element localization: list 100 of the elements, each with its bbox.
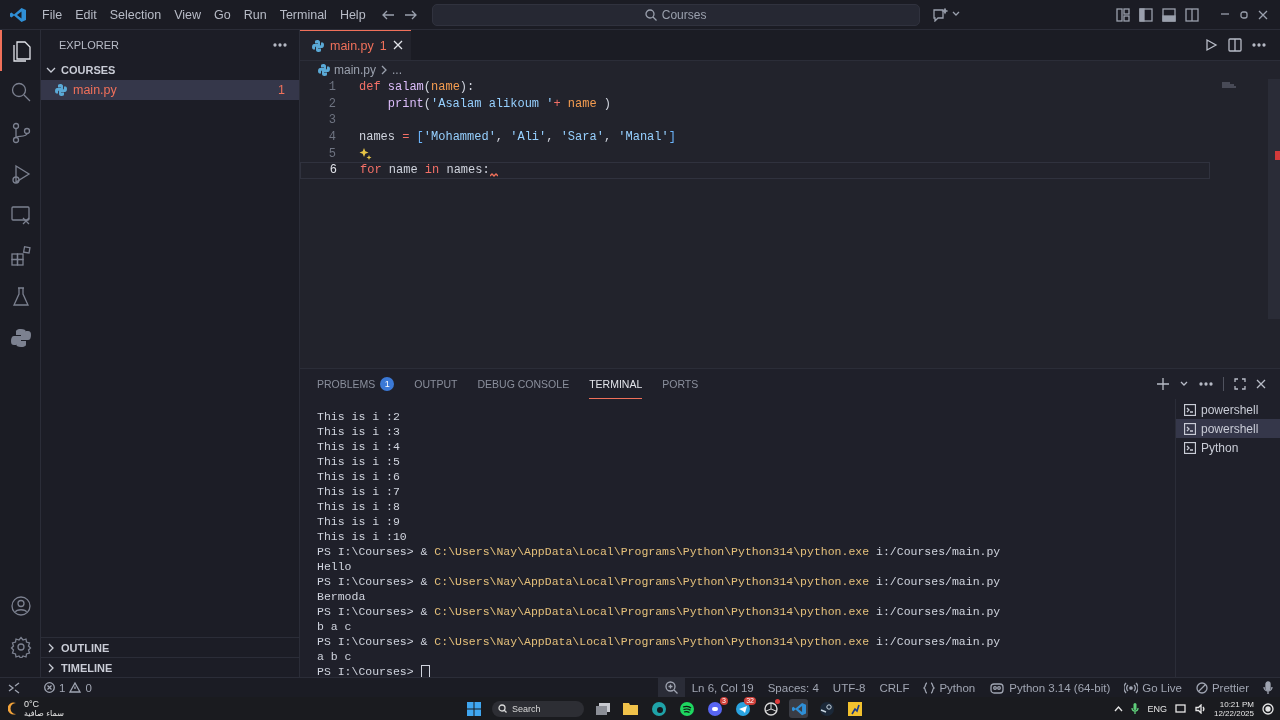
files-icon[interactable] (10, 38, 32, 63)
more-icon[interactable] (1199, 382, 1213, 386)
remote-explorer-icon[interactable] (10, 203, 32, 226)
maximize-icon[interactable] (1234, 378, 1246, 390)
python-file-icon (318, 64, 330, 76)
start-icon[interactable] (466, 701, 481, 716)
back-arrow-icon[interactable] (380, 8, 395, 21)
terminal-list-item[interactable]: powershell (1176, 419, 1280, 438)
add-icon[interactable] (1157, 378, 1169, 390)
branch-icon[interactable] (10, 121, 32, 144)
close-icon[interactable] (1258, 9, 1268, 20)
extensions-icon[interactable] (10, 244, 32, 267)
panel-tab[interactable]: OUTPUT (414, 369, 458, 399)
app-logo-icon (10, 6, 26, 23)
editor-tab[interactable]: main.py 1 (300, 30, 411, 60)
status-item[interactable]: Prettier (1188, 678, 1256, 697)
clock[interactable]: 10:21 PM 12/22/2025 (1213, 699, 1254, 718)
warning-icon (69, 682, 82, 693)
paper-plane-icon[interactable] (735, 701, 750, 716)
restore-icon[interactable] (1239, 9, 1249, 20)
chat-app-icon[interactable] (707, 701, 722, 716)
taskbar-search-field[interactable]: Search (492, 700, 584, 717)
terminal-line: This is i :3 (317, 424, 400, 439)
section-header[interactable]: OUTLINE (61, 641, 110, 654)
zoom-icon[interactable] (664, 681, 678, 694)
breadcrumb-item[interactable]: ... (392, 63, 403, 77)
split-editor-icon[interactable] (1228, 38, 1242, 52)
run-debug-icon[interactable] (10, 162, 32, 185)
status-item[interactable]: Python (916, 678, 983, 697)
menu-item[interactable]: Selection (103, 4, 168, 25)
status-item[interactable]: Ln 6, Col 19 (684, 678, 761, 697)
menu-item[interactable]: Edit (69, 4, 103, 25)
toggle-sidebar-icon[interactable] (1139, 7, 1153, 22)
volume-icon[interactable] (1194, 703, 1206, 714)
aperture-icon[interactable] (763, 701, 778, 716)
chevron-up-icon[interactable] (1114, 705, 1124, 712)
browser-icon[interactable] (651, 701, 666, 716)
close-icon[interactable] (1256, 379, 1266, 389)
line-number: 3 (327, 113, 336, 128)
menu-item[interactable]: Help (333, 4, 372, 25)
menu-item[interactable]: Terminal (273, 4, 333, 25)
terminal-icon (1184, 441, 1196, 454)
section-header[interactable]: TIMELINE (61, 661, 113, 674)
microphone-icon[interactable] (1131, 703, 1140, 714)
explorer-file[interactable]: main.py 1 (41, 80, 299, 100)
forward-arrow-icon[interactable] (403, 8, 418, 21)
code-editor-icon[interactable] (791, 701, 806, 716)
terminal-line: PS I:\Courses> & C:\Users\Nay\AppData\Local\Programs\Python\Python314\python.exe i:/Courses/main.py (317, 634, 1001, 649)
language-indicator[interactable]: ENG (1147, 703, 1167, 714)
split-layout-icon[interactable] (1185, 7, 1199, 22)
panel-tab[interactable]: PORTS (662, 369, 699, 399)
status-item[interactable]: CRLF (872, 678, 917, 697)
terminal-list-item[interactable]: Python (1176, 438, 1280, 457)
toggle-panel-icon[interactable] (1162, 7, 1176, 22)
terminal-icon (1184, 403, 1196, 416)
panel-tab[interactable]: TERMINAL (589, 369, 643, 399)
panel-tab[interactable]: DEBUG CONSOLE (477, 369, 570, 399)
notification-icon[interactable] (1262, 702, 1274, 715)
terminal-line: PS I:\Courses> & C:\Users\Nay\AppData\Local\Programs\Python\Python314\python.exe i:/Courses/main.py (317, 574, 1001, 589)
menu-item[interactable]: Go (208, 4, 237, 25)
music-icon[interactable] (679, 701, 694, 716)
panel-tab[interactable]: PROBLEMS 1 (317, 369, 395, 399)
terminal-line: PS I:\Courses> & C:\Users\Nay\AppData\Local\Programs\Python\Python314\python.exe i:/Courses/main.py (317, 604, 1001, 619)
flask-icon[interactable] (10, 285, 32, 308)
sparkle-icon[interactable] (359, 147, 372, 161)
problems-count-badge: 1 (380, 376, 395, 391)
run-icon[interactable] (1204, 38, 1218, 52)
more-icon[interactable] (273, 43, 287, 47)
command-search-field[interactable]: Courses (431, 3, 920, 26)
terminal-list-item[interactable]: powershell (1176, 400, 1280, 419)
python-icon[interactable] (10, 326, 32, 349)
terminal-icon (1184, 422, 1196, 435)
status-item[interactable]: UTF-8 (825, 678, 873, 697)
menu-item[interactable]: View (168, 4, 207, 25)
sidebar-title: EXPLORER (59, 39, 120, 51)
status-item[interactable]: Python 3.14 (64-bit) (982, 678, 1118, 697)
account-icon[interactable] (10, 594, 32, 617)
menu-item[interactable]: Run (237, 4, 273, 25)
chat-sparkle-icon[interactable] (931, 7, 948, 22)
terminal-line: This is i :5 (317, 454, 400, 469)
menu-item[interactable]: File (36, 4, 69, 25)
problems-status[interactable]: 1 0 (38, 681, 98, 694)
search-icon[interactable] (10, 80, 32, 103)
status-item[interactable]: Spaces: 4 (760, 678, 826, 697)
weather-condition: سماء صافية (24, 708, 64, 718)
folder-icon[interactable] (623, 702, 638, 715)
layout-grid-icon[interactable] (1116, 7, 1130, 22)
network-icon[interactable] (1174, 703, 1187, 714)
microphone-icon[interactable] (1263, 680, 1273, 695)
more-icon[interactable] (1252, 43, 1266, 47)
code-line: for name in names: (360, 163, 490, 178)
task-view-icon[interactable] (595, 702, 610, 715)
python-file-icon (312, 39, 324, 52)
remote-icon[interactable] (8, 681, 20, 694)
status-item[interactable]: Go Live (1117, 678, 1189, 697)
scrollbar[interactable] (1268, 79, 1280, 319)
settings-icon[interactable] (10, 635, 32, 658)
code-line: names = ['Mohammed', 'Ali', 'Sara', 'Manal'] (359, 130, 676, 145)
folder-label[interactable]: COURSES (61, 64, 116, 76)
breadcrumb-item[interactable]: main.py (334, 63, 377, 77)
